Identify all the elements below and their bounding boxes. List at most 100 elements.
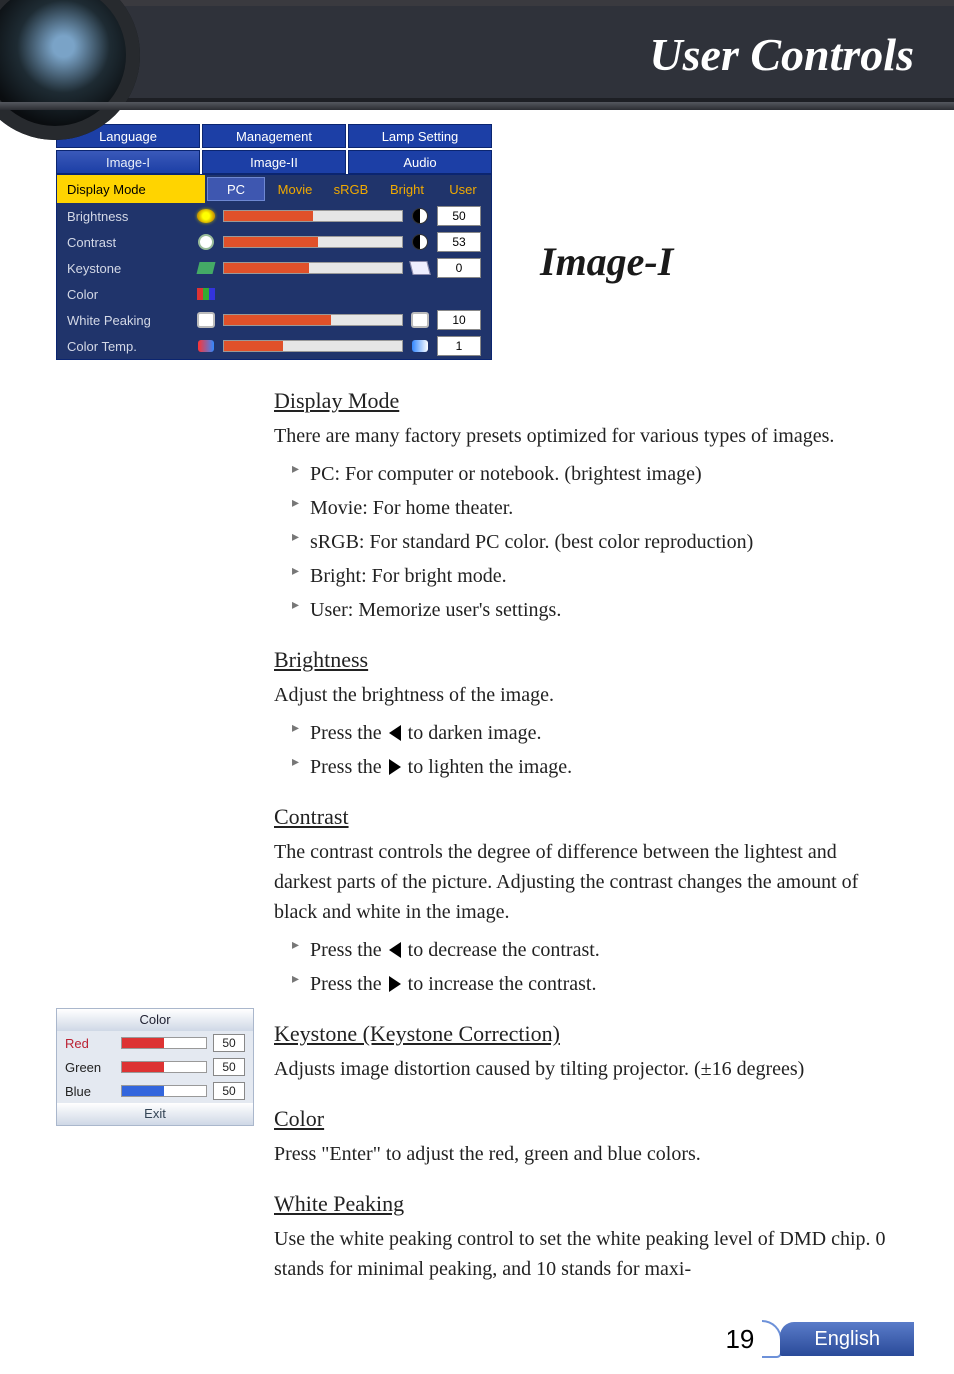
osd-mode-bright: Bright xyxy=(379,175,435,203)
osd-contrast-value: 53 xyxy=(437,232,481,252)
osd-tab-audio: Audio xyxy=(348,150,492,174)
text-press3: Press the xyxy=(310,939,387,961)
osd-mode-user: User xyxy=(435,175,491,203)
text-lighten: to lighten the image. xyxy=(403,756,572,778)
header-title: User Controls xyxy=(649,28,914,81)
heading-contrast: Contrast xyxy=(274,800,894,833)
li-contrast-left: Press the to decrease the contrast. xyxy=(292,935,894,965)
keystone-right-icon xyxy=(409,259,431,277)
osd-row-color: Color xyxy=(57,281,491,307)
osd-keystone-label: Keystone xyxy=(67,261,195,276)
osd-temp-bar xyxy=(223,340,403,352)
right-arrow-icon xyxy=(389,976,401,992)
left-arrow-icon xyxy=(389,942,401,958)
header-divider xyxy=(0,102,954,110)
heading-displaymode: Display Mode xyxy=(274,384,894,417)
osd-tab-management: Management xyxy=(202,124,346,148)
sun-icon xyxy=(195,207,217,225)
li-brightness-right: Press the to lighten the image. xyxy=(292,752,894,782)
osd-mode-movie: Movie xyxy=(267,175,323,203)
whitepeak-right-icon xyxy=(409,311,431,329)
bar-red xyxy=(121,1037,207,1049)
osd-row-colortemp: Color Temp. 1 xyxy=(57,333,491,359)
li-srgb: sRGB: For standard PC color. (best color… xyxy=(292,527,894,557)
heading-color: Color xyxy=(274,1102,894,1135)
text-press2: Press the xyxy=(310,756,387,778)
page-header: User Controls xyxy=(0,0,954,110)
bar-green xyxy=(121,1061,207,1073)
circle-icon xyxy=(195,233,217,251)
value-green: 50 xyxy=(213,1058,245,1076)
bar-blue xyxy=(121,1085,207,1097)
text-displaymode-intro: There are many factory presets optimized… xyxy=(274,421,894,451)
contrast-icon xyxy=(409,207,431,225)
page-number: 19 xyxy=(725,1324,754,1355)
osd-tab-lamp: Lamp Setting xyxy=(348,124,492,148)
right-arrow-icon xyxy=(389,759,401,775)
osd-row-brightness: Brightness 50 xyxy=(57,203,491,229)
heading-brightness: Brightness xyxy=(274,643,894,676)
osd-keystone-value: 0 xyxy=(437,258,481,278)
text-decrease: to decrease the contrast. xyxy=(403,939,600,961)
osd-keystone-bar xyxy=(223,262,403,274)
osd-contrast-label: Contrast xyxy=(67,235,195,250)
osd-temp-label: Color Temp. xyxy=(67,339,195,354)
label-green: Green xyxy=(65,1060,115,1075)
label-red: Red xyxy=(65,1036,115,1051)
li-movie: Movie: For home theater. xyxy=(292,493,894,523)
text-increase: to increase the contrast. xyxy=(403,973,597,995)
color-submenu-title: Color xyxy=(57,1009,253,1031)
page-footer: 19 English xyxy=(0,1314,954,1374)
osd-temp-value: 1 xyxy=(437,336,481,356)
halfcircle-icon xyxy=(409,233,431,251)
osd-row-whitepeaking: White Peaking 10 xyxy=(57,307,491,333)
osd-white-value: 10 xyxy=(437,310,481,330)
li-bright: Bright: For bright mode. xyxy=(292,561,894,591)
value-blue: 50 xyxy=(213,1082,245,1100)
color-submenu: Color Red 50 Green 50 Blue 50 Exit xyxy=(56,1008,254,1126)
color-row-red: Red 50 xyxy=(57,1031,253,1055)
osd-displaymode-label: Display Mode xyxy=(57,175,205,203)
osd-mode-srgb: sRGB xyxy=(323,175,379,203)
left-arrow-icon xyxy=(389,725,401,741)
whitepeak-left-icon xyxy=(195,311,217,329)
body-content: Display Mode There are many factory pres… xyxy=(274,384,894,1284)
text-press4: Press the xyxy=(310,973,387,995)
osd-row-displaymode: Display Mode PC Movie sRGB Bright User xyxy=(57,175,491,203)
li-contrast-right: Press the to increase the contrast. xyxy=(292,969,894,999)
lens-graphic xyxy=(0,0,140,140)
heading-keystone: Keystone (Keystone Correction) xyxy=(274,1017,894,1050)
text-contrast-intro: The contrast controls the degree of diff… xyxy=(274,837,894,927)
label-blue: Blue xyxy=(65,1084,115,1099)
osd-mode-pc: PC xyxy=(207,177,265,201)
osd-row-contrast: Contrast 53 xyxy=(57,229,491,255)
osd-white-label: White Peaking xyxy=(67,313,195,328)
li-pc: PC: For computer or notebook. (brightest… xyxy=(292,459,894,489)
text-white-intro: Use the white peaking control to set the… xyxy=(274,1224,894,1284)
keystone-left-icon xyxy=(195,259,217,277)
rgb-icon xyxy=(195,285,217,303)
osd-tab-image2: Image-II xyxy=(202,150,346,174)
osd-color-label: Color xyxy=(67,287,195,302)
osd-row-keystone: Keystone 0 xyxy=(57,255,491,281)
osd-tab-image1: Image-I xyxy=(56,150,200,174)
text-brightness-intro: Adjust the brightness of the image. xyxy=(274,680,894,710)
footer-language: English xyxy=(780,1322,914,1356)
osd-brightness-value: 50 xyxy=(437,206,481,226)
color-row-green: Green 50 xyxy=(57,1055,253,1079)
footer-curve xyxy=(762,1320,782,1358)
text-darken: to darken image. xyxy=(403,722,542,744)
osd-white-bar xyxy=(223,314,403,326)
color-row-blue: Blue 50 xyxy=(57,1079,253,1103)
osd-menu: Language Management Lamp Setting Image-I… xyxy=(56,124,492,360)
osd-brightness-label: Brightness xyxy=(67,209,195,224)
value-red: 50 xyxy=(213,1034,245,1052)
li-brightness-left: Press the to darken image. xyxy=(292,718,894,748)
osd-brightness-bar xyxy=(223,210,403,222)
text-press: Press the xyxy=(310,722,387,744)
temp-left-icon xyxy=(195,337,217,355)
text-color-intro: Press "Enter" to adjust the red, green a… xyxy=(274,1139,894,1169)
temp-right-icon xyxy=(409,337,431,355)
section-title: Image-I xyxy=(540,238,673,285)
li-user: User: Memorize user's settings. xyxy=(292,595,894,625)
